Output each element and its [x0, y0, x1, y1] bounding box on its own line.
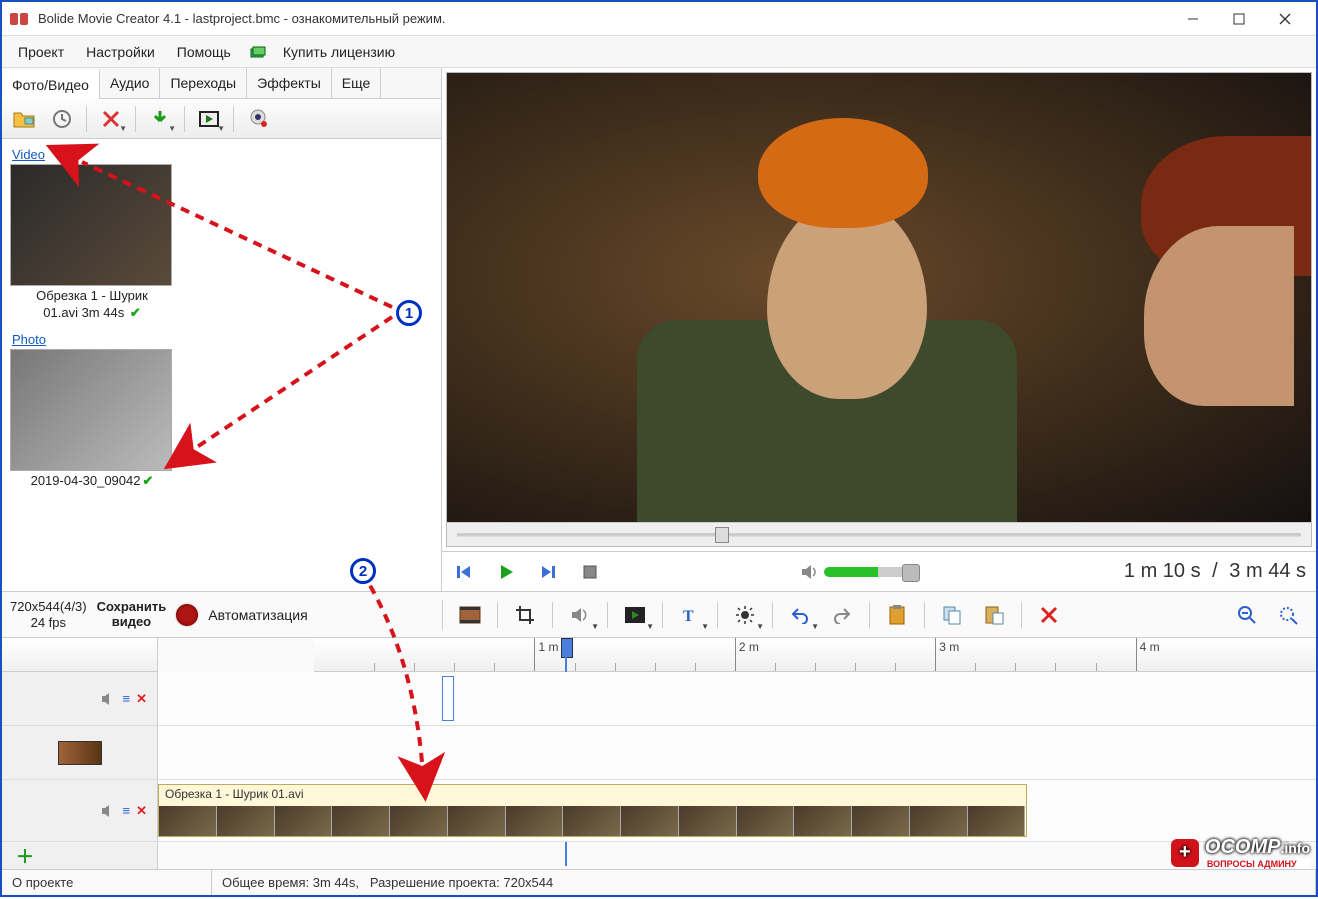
photo-thumbnail[interactable]	[10, 349, 172, 471]
clipboard-button[interactable]	[880, 600, 914, 630]
remove-track-icon[interactable]: ✕	[136, 803, 147, 819]
tab-transitions[interactable]: Переходы	[160, 68, 247, 98]
plus-icon: +	[1171, 839, 1199, 867]
mute-icon[interactable]	[101, 692, 117, 706]
video-effect-button[interactable]: ▼	[618, 600, 652, 630]
timeline-toolbar: ▼ ▼ T▼ ▼ ▼	[442, 600, 1316, 630]
zoom-out-button[interactable]	[1230, 600, 1264, 630]
watermark: + OCOMP.info ВОПРОСЫ АДМИНУ	[1171, 836, 1310, 869]
annotation-badge-2: 2	[350, 558, 376, 584]
track-lane-2[interactable]: Обрезка 1 - Шурик 01.avi	[158, 780, 1316, 841]
paste-button[interactable]	[977, 600, 1011, 630]
bottom-bar: 720x544(4/3) 24 fps Сохранитьвидео Автом…	[2, 591, 1316, 637]
prev-frame-button[interactable]	[452, 560, 476, 584]
open-folder-button[interactable]	[6, 103, 42, 135]
window-title: Bolide Movie Creator 4.1 - lastproject.b…	[38, 11, 446, 26]
tab-more[interactable]: Еще	[332, 68, 382, 98]
video-caption: Обрезка 1 - Шурик 01.avi 3m 44s ✔	[10, 286, 174, 322]
recent-button[interactable]	[44, 103, 80, 135]
tab-effects[interactable]: Эффекты	[247, 68, 332, 98]
menu-buy-license[interactable]: Купить лицензию	[273, 40, 405, 64]
redo-button[interactable]	[825, 600, 859, 630]
track-lane-1[interactable]	[158, 672, 1316, 725]
add-track-button[interactable]: ＋	[2, 842, 158, 869]
tab-photo-video[interactable]: Фото/Видео	[2, 69, 100, 99]
delete-clip-button[interactable]	[1032, 600, 1066, 630]
webcam-button[interactable]	[240, 103, 276, 135]
timeline: 1 m 2 m 3 m 4 m ≡ ✕	[2, 637, 1316, 869]
collapse-icon[interactable]: ≡	[123, 691, 131, 706]
close-button[interactable]	[1262, 4, 1308, 34]
timeline-track-2: ≡ ✕ Обрезка 1 - Шурик 01.avi	[2, 780, 1316, 842]
volume-slider[interactable]	[824, 567, 914, 577]
tab-audio[interactable]: Аудио	[100, 68, 161, 98]
speaker-icon[interactable]	[800, 563, 818, 581]
delete-button[interactable]: ▼	[93, 103, 129, 135]
media-toolbar: ▼ ▼ ▼	[2, 99, 441, 139]
video-preview[interactable]	[447, 73, 1311, 522]
menu-project[interactable]: Проект	[8, 40, 74, 64]
collapse-icon[interactable]: ≡	[123, 803, 131, 818]
menu-help[interactable]: Помощь	[167, 40, 241, 64]
playhead[interactable]	[559, 638, 573, 672]
photo-clip[interactable]	[442, 676, 454, 721]
text-button[interactable]: T▼	[673, 600, 707, 630]
undo-button[interactable]: ▼	[783, 600, 817, 630]
video-clip[interactable]: Обрезка 1 - Шурик 01.avi	[158, 784, 1027, 837]
media-list[interactable]: Video Обрезка 1 - Шурик 01.avi 3m 44s ✔ …	[2, 139, 441, 591]
clip-button[interactable]: ▼	[191, 103, 227, 135]
save-video-button[interactable]: Сохранитьвидео	[97, 600, 167, 630]
brightness-button[interactable]: ▼	[728, 600, 762, 630]
money-icon	[249, 44, 267, 60]
remove-track-icon[interactable]: ✕	[136, 691, 147, 707]
download-button[interactable]: ▼	[142, 103, 178, 135]
app-icon	[10, 11, 30, 27]
annotation-badge-1: 1	[396, 300, 422, 326]
titlebar: Bolide Movie Creator 4.1 - lastproject.b…	[2, 2, 1316, 36]
zoom-fit-button[interactable]	[1272, 600, 1306, 630]
record-icon[interactable]	[176, 604, 198, 626]
video-thumbnail[interactable]	[10, 164, 172, 286]
media-tabs: Фото/Видео Аудио Переходы Эффекты Еще	[2, 68, 441, 99]
menubar: Проект Настройки Помощь Купить лицензию	[2, 36, 1316, 68]
media-panel: Фото/Видео Аудио Переходы Эффекты Еще ▼ …	[2, 68, 442, 591]
photo-caption: 2019-04-30_09042✔	[10, 471, 174, 490]
check-icon: ✔	[142, 473, 153, 488]
seek-bar[interactable]	[447, 522, 1311, 546]
audio-button[interactable]: ▼	[563, 600, 597, 630]
copy-button[interactable]	[935, 600, 969, 630]
project-resolution-info: 720x544(4/3) 24 fps	[10, 599, 87, 630]
photo-section-header: Photo	[12, 332, 433, 347]
mute-icon[interactable]	[101, 804, 117, 818]
statusbar: О проекте Общее время: 3m 44s, Разрешени…	[2, 869, 1316, 895]
video-section-header: Video	[12, 147, 433, 162]
timeline-track-1: ≡ ✕	[2, 672, 1316, 726]
track-thumb-icon	[58, 741, 102, 765]
svg-text:T: T	[683, 608, 694, 624]
maximize-button[interactable]	[1216, 4, 1262, 34]
playback-time: 1 m 10 s / 3 m 44 s	[1124, 560, 1306, 583]
playback-controls: 1 m 10 s / 3 m 44 s	[442, 551, 1316, 591]
status-about[interactable]: О проекте	[2, 870, 212, 895]
timeline-ruler[interactable]: 1 m 2 m 3 m 4 m	[314, 638, 1316, 672]
play-button[interactable]	[494, 560, 518, 584]
status-info: Общее время: 3m 44s, Разрешение проекта:…	[212, 870, 1316, 895]
preview-panel: 1 m 10 s / 3 m 44 s	[442, 68, 1316, 591]
automation-button[interactable]: Автоматизация	[208, 607, 307, 623]
stop-button[interactable]	[578, 560, 602, 584]
check-icon: ✔	[130, 305, 141, 320]
filmstrip-icon[interactable]	[453, 600, 487, 630]
next-frame-button[interactable]	[536, 560, 560, 584]
menu-settings[interactable]: Настройки	[76, 40, 165, 64]
minimize-button[interactable]	[1170, 4, 1216, 34]
crop-button[interactable]	[508, 600, 542, 630]
